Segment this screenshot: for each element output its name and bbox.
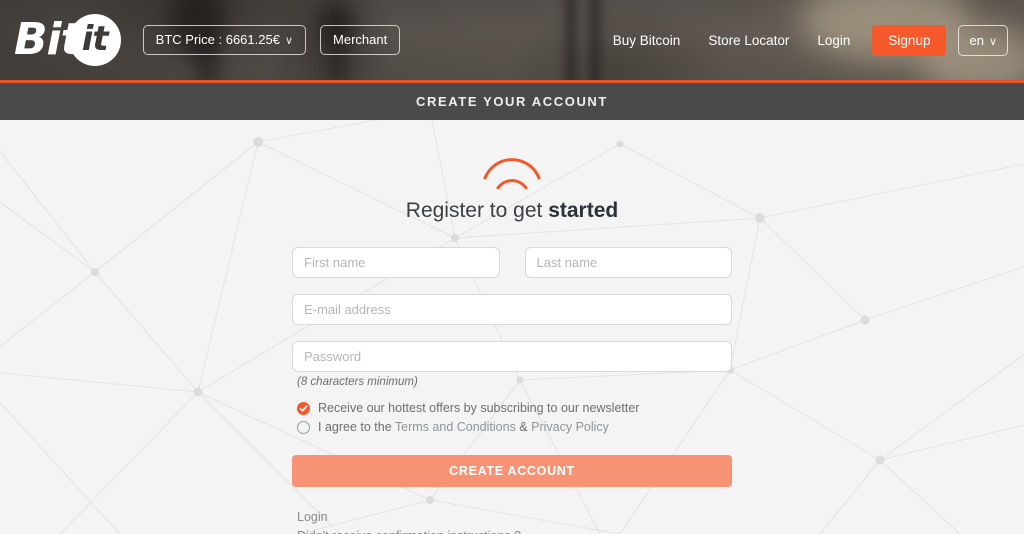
email-input[interactable] <box>292 294 732 325</box>
newsletter-checkbox-row[interactable]: Receive our hottest offers by subscribin… <box>297 401 732 415</box>
password-input[interactable] <box>292 341 732 372</box>
logo-badge-text: it <box>81 19 109 59</box>
first-name-input[interactable] <box>292 247 500 278</box>
merchant-label: Merchant <box>333 31 388 47</box>
check-icon <box>299 404 308 412</box>
language-selector[interactable]: en ∨ <box>958 24 1008 56</box>
signal-arc-icon <box>483 158 541 189</box>
logo-badge: it <box>68 14 121 66</box>
nav-item-buy-bitcoin[interactable]: Buy Bitcoin <box>599 27 695 54</box>
page-banner: CREATE YOUR ACCOUNT <box>0 83 1024 120</box>
terms-separator: & <box>515 420 532 434</box>
register-form-container: Register to get started (8 characters mi… <box>292 120 732 534</box>
nav-item-store-locator[interactable]: Store Locator <box>694 27 803 54</box>
newsletter-label: Receive our hottest offers by subscribin… <box>318 401 640 415</box>
arc-logo-wrap <box>292 151 732 189</box>
resend-confirmation-link[interactable]: Didn't receive confirmation instructions… <box>297 527 732 534</box>
bitit-logo[interactable]: Bit it <box>14 12 121 68</box>
terms-checkbox-row[interactable]: I agree to the Terms and Conditions & Pr… <box>297 420 732 434</box>
site-header: Bit it BTC Price : 6661.25€ ∨ Merchant Bu… <box>0 0 1024 80</box>
page-title: CREATE YOUR ACCOUNT <box>416 94 608 109</box>
terms-prefix: I agree to the <box>318 420 395 434</box>
signup-button[interactable]: Signup <box>872 24 947 56</box>
chevron-down-icon: ∨ <box>284 34 294 47</box>
password-hint: (8 characters minimum) <box>297 376 418 388</box>
form-footer-links: Login Didn't receive confirmation instru… <box>297 508 732 534</box>
btc-price-dropdown[interactable]: BTC Price : 6661.25€ ∨ <box>142 24 307 56</box>
main-content: Register to get started (8 characters mi… <box>0 120 1024 534</box>
primary-nav: Buy Bitcoin Store Locator Login Signup e… <box>599 24 1008 56</box>
checkbox-checked-icon[interactable] <box>297 401 310 415</box>
page-root: Bit it BTC Price : 6661.25€ ∨ Merchant Bu… <box>0 0 1024 534</box>
merchant-button[interactable]: Merchant <box>320 24 401 56</box>
terms-and-conditions-link[interactable]: Terms and Conditions <box>395 420 516 434</box>
chevron-down-icon: ∨ <box>988 35 997 48</box>
form-heading-bold: started <box>548 199 619 222</box>
create-account-button[interactable]: CREATE ACCOUNT <box>292 455 732 487</box>
password-row <box>292 341 732 372</box>
login-link[interactable]: Login <box>297 508 732 527</box>
form-heading-normal: Register to get <box>405 199 549 222</box>
checkbox-unchecked-icon[interactable] <box>297 420 310 434</box>
name-row <box>292 247 732 278</box>
language-label: en <box>969 32 984 48</box>
form-heading: Register to get started <box>292 199 732 223</box>
email-row <box>292 294 732 325</box>
nav-item-login[interactable]: Login <box>803 27 864 54</box>
privacy-policy-link[interactable]: Privacy Policy <box>531 420 609 434</box>
terms-label: I agree to the Terms and Conditions & Pr… <box>318 420 609 434</box>
btc-price-label: BTC Price : 6661.25€ <box>155 31 280 47</box>
last-name-input[interactable] <box>524 247 732 278</box>
